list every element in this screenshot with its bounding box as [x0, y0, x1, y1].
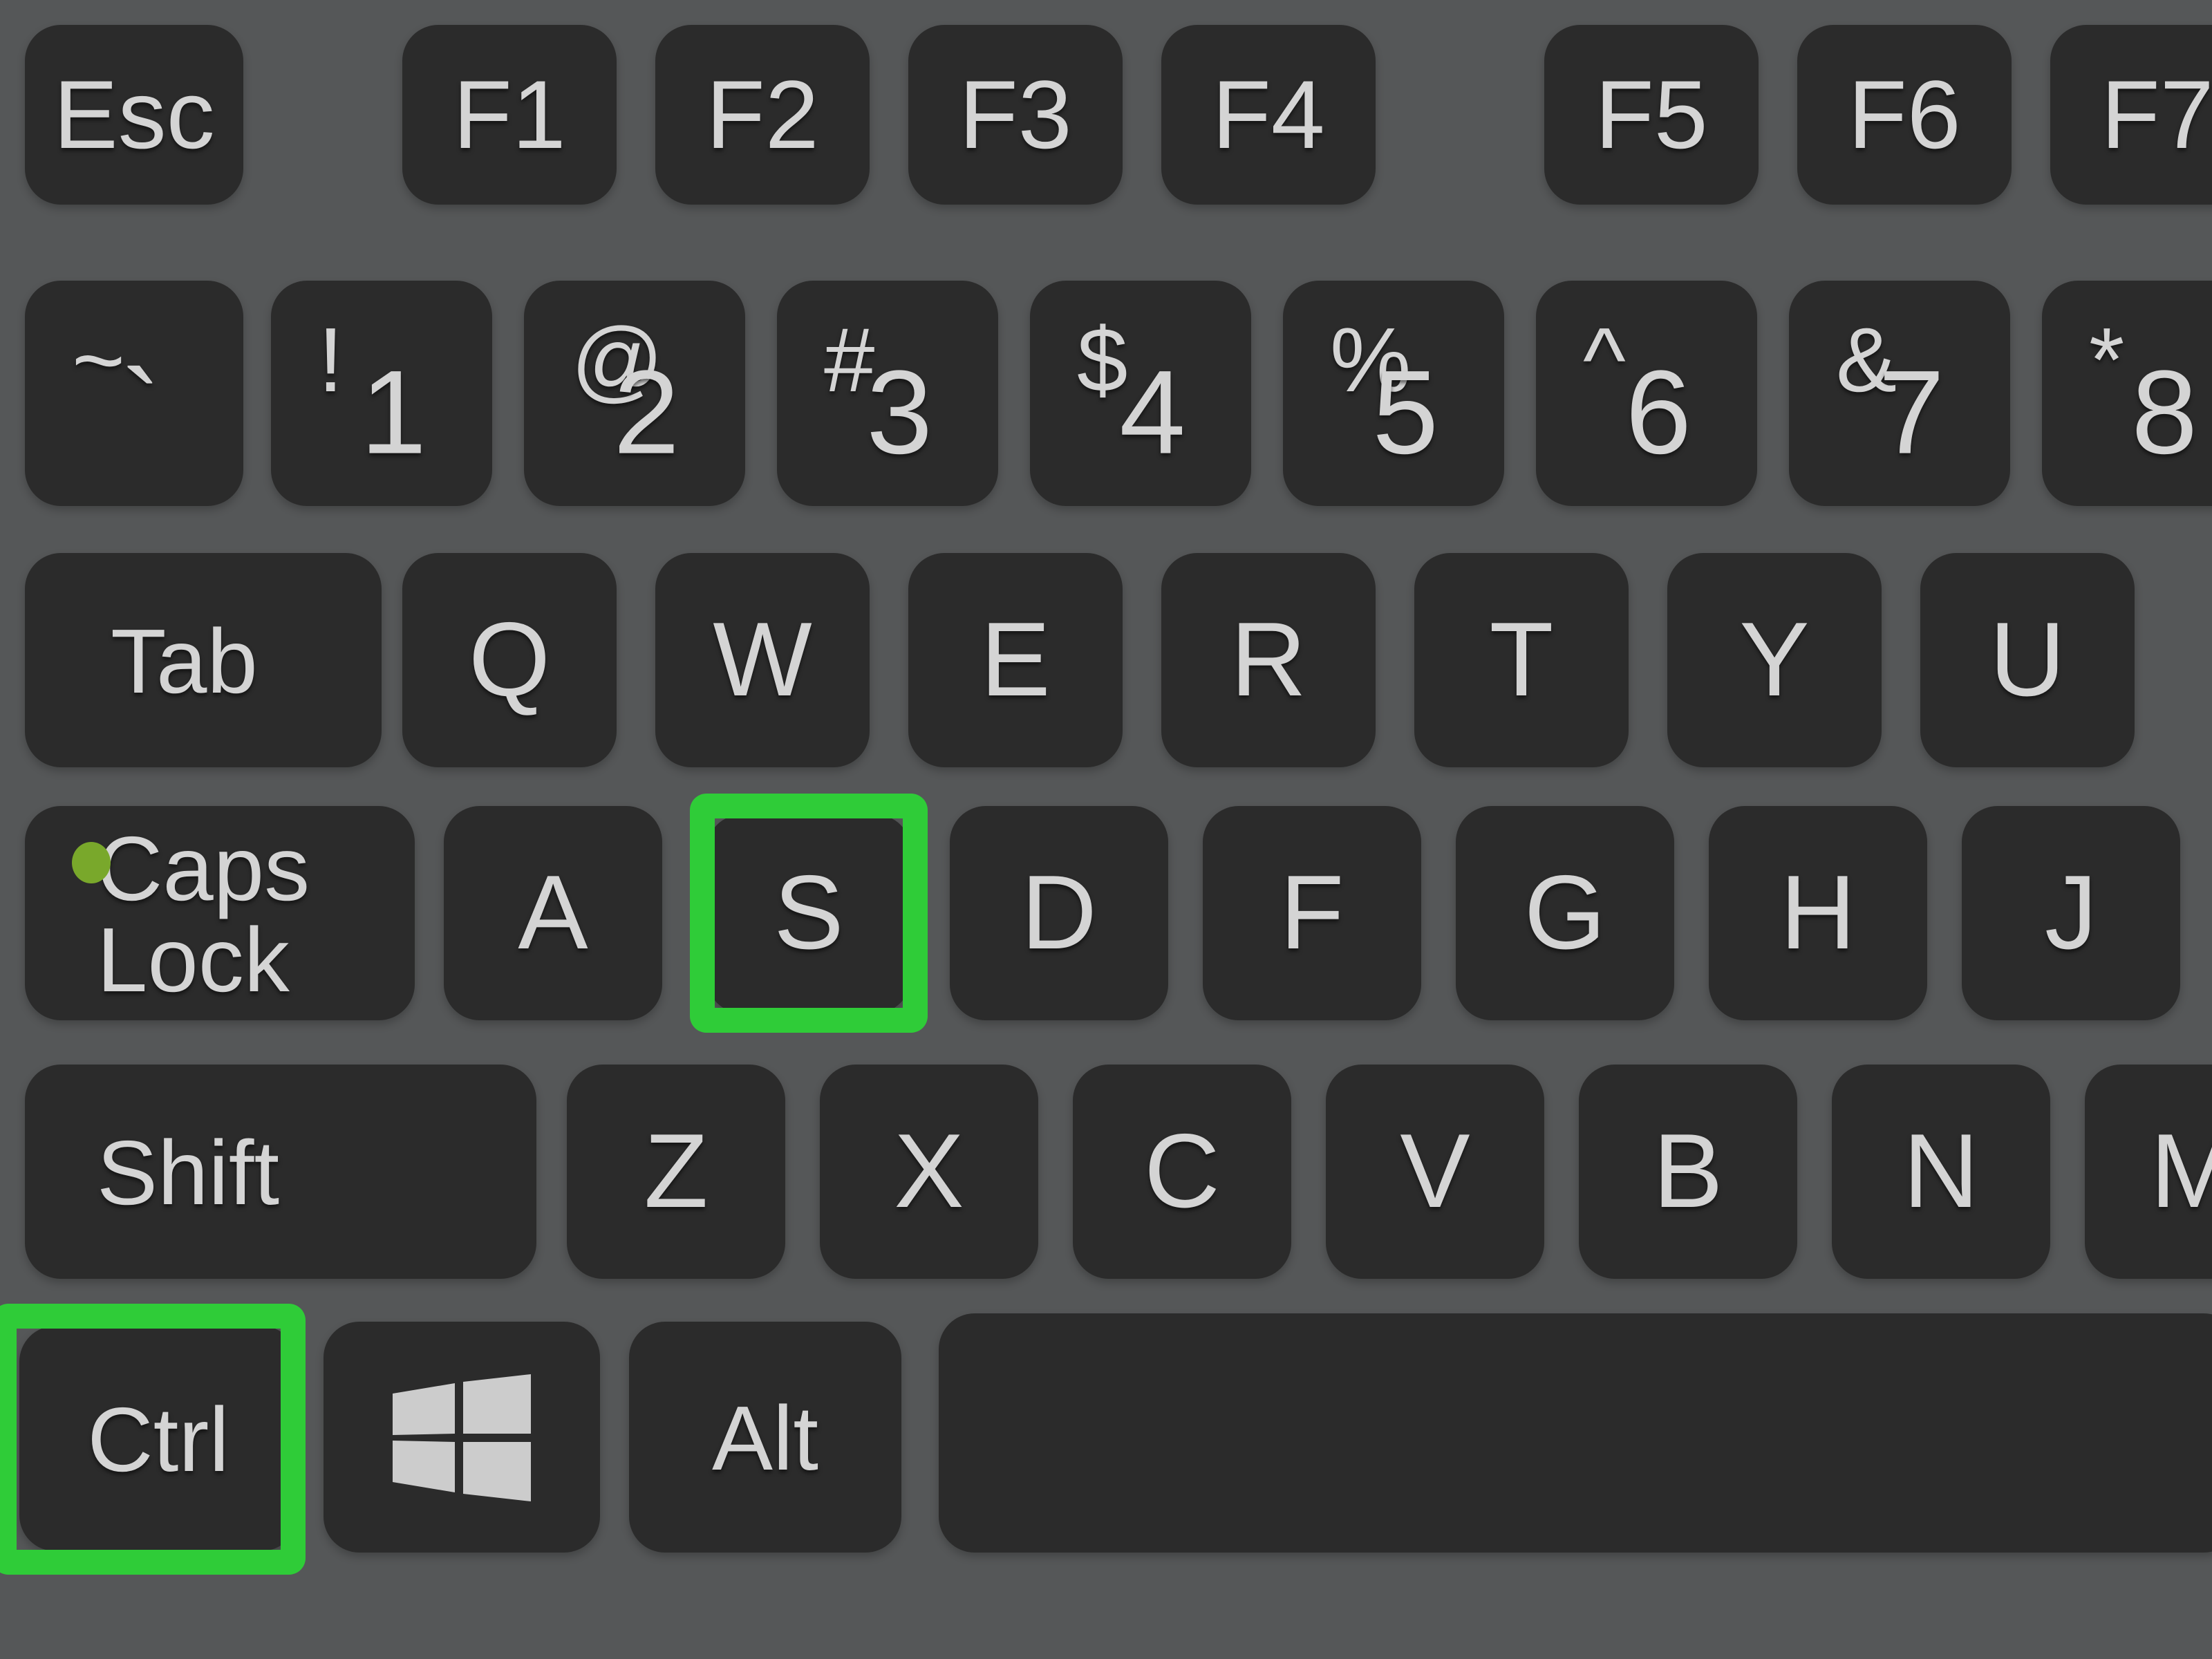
key-label: V	[1400, 1112, 1470, 1230]
key-s[interactable]: S	[706, 814, 911, 1013]
windows-logo-icon	[393, 1374, 531, 1501]
key-w[interactable]: W	[655, 553, 870, 767]
key-f3[interactable]: F3	[908, 25, 1123, 205]
key-label: 5	[1372, 346, 1439, 479]
key-label: F3	[959, 61, 1072, 169]
key-label: 3	[866, 346, 933, 479]
key-f[interactable]: F	[1203, 806, 1421, 1020]
key-label: F7	[2101, 61, 2212, 169]
key-2[interactable]: @ 2	[524, 281, 745, 506]
key-u[interactable]: U	[1920, 553, 2135, 767]
key-1[interactable]: ! 1	[271, 281, 492, 506]
key-label: Ctrl	[87, 1387, 229, 1490]
key-shifted-label: !	[318, 308, 344, 411]
key-6[interactable]: ^ 6	[1536, 281, 1757, 506]
key-f6[interactable]: F6	[1797, 25, 2012, 205]
key-4[interactable]: $ 4	[1030, 281, 1251, 506]
key-label: M	[2150, 1118, 2212, 1224]
laptop-keyboard: Esc F1 F2 F3 F4 F5 F6 F7 ~ ` ! 1 @ 2 # 3…	[0, 0, 2212, 1659]
key-label: F2	[706, 61, 819, 169]
key-q[interactable]: Q	[402, 553, 617, 767]
key-label: F5	[1595, 61, 1708, 169]
key-c[interactable]: C	[1073, 1065, 1291, 1279]
key-label: 2	[613, 346, 680, 479]
key-3[interactable]: # 3	[777, 281, 998, 506]
key-label: 4	[1119, 346, 1186, 479]
key-label: `	[121, 346, 161, 479]
key-space[interactable]	[939, 1313, 2212, 1553]
key-label: F6	[1848, 61, 1961, 169]
key-backquote[interactable]: ~ `	[25, 281, 243, 506]
key-label: T	[1489, 601, 1554, 718]
key-label: 1	[360, 346, 427, 479]
key-f7[interactable]: F7	[2050, 25, 2212, 205]
key-label: Y	[1739, 601, 1810, 718]
key-f2[interactable]: F2	[655, 25, 870, 205]
key-label: Caps Lock	[97, 816, 310, 1010]
key-label: 6	[1625, 346, 1692, 479]
key-v[interactable]: V	[1326, 1065, 1544, 1279]
key-f5[interactable]: F5	[1544, 25, 1759, 205]
key-shifted-label: *	[2089, 308, 2125, 411]
key-label: Shift	[97, 1121, 280, 1223]
key-d[interactable]: D	[950, 806, 1168, 1020]
key-z[interactable]: Z	[567, 1065, 785, 1279]
key-shift[interactable]: Shift	[25, 1065, 536, 1279]
key-label: S	[774, 854, 844, 972]
key-n[interactable]: N	[1832, 1065, 2050, 1279]
key-label: B	[1653, 1112, 1723, 1230]
key-f1[interactable]: F1	[402, 25, 617, 205]
key-y[interactable]: Y	[1667, 553, 1882, 767]
key-ctrl[interactable]: Ctrl	[19, 1326, 297, 1551]
key-label: X	[894, 1112, 964, 1230]
key-b[interactable]: B	[1579, 1065, 1797, 1279]
key-label: U	[1989, 601, 2065, 718]
key-shifted-label: ^	[1583, 308, 1626, 411]
key-label: W	[713, 601, 812, 718]
key-label: R	[1230, 601, 1306, 718]
key-5[interactable]: % 5	[1283, 281, 1504, 506]
key-label: F	[1280, 854, 1344, 971]
key-shifted-label: ~	[72, 308, 126, 411]
key-label: 7	[1878, 346, 1945, 479]
key-x[interactable]: X	[820, 1065, 1038, 1279]
key-label: Esc	[53, 61, 215, 169]
key-tab[interactable]: Tab	[25, 553, 382, 767]
key-a[interactable]: A	[444, 806, 662, 1020]
key-alt[interactable]: Alt	[629, 1322, 901, 1553]
key-t[interactable]: T	[1414, 553, 1629, 767]
key-label: D	[1021, 854, 1097, 971]
caps-lock-led-icon	[72, 842, 111, 883]
key-e[interactable]: E	[908, 553, 1123, 767]
key-m[interactable]: M	[2085, 1065, 2212, 1279]
key-label: C	[1144, 1112, 1220, 1230]
key-esc[interactable]: Esc	[25, 25, 243, 205]
key-label: F4	[1212, 61, 1325, 169]
key-label: J	[2045, 854, 2097, 971]
key-f4[interactable]: F4	[1161, 25, 1376, 205]
key-label: H	[1780, 854, 1856, 971]
key-j[interactable]: J	[1962, 806, 2180, 1020]
key-label: A	[518, 854, 588, 971]
key-label: E	[980, 601, 1051, 718]
key-label: Alt	[711, 1386, 819, 1488]
key-label: Tab	[111, 609, 258, 711]
key-h[interactable]: H	[1709, 806, 1927, 1020]
key-8[interactable]: * 8	[2042, 281, 2212, 506]
key-label: Z	[644, 1112, 709, 1230]
key-g[interactable]: G	[1456, 806, 1674, 1020]
key-label: F1	[453, 61, 566, 169]
key-label: 8	[2131, 346, 2198, 479]
key-label: G	[1524, 854, 1606, 971]
key-label: N	[1903, 1112, 1979, 1230]
key-caps-lock[interactable]: Caps Lock	[25, 806, 415, 1020]
key-windows[interactable]	[324, 1322, 600, 1553]
key-r[interactable]: R	[1161, 553, 1376, 767]
key-label: Q	[468, 601, 551, 718]
key-7[interactable]: & 7	[1789, 281, 2010, 506]
